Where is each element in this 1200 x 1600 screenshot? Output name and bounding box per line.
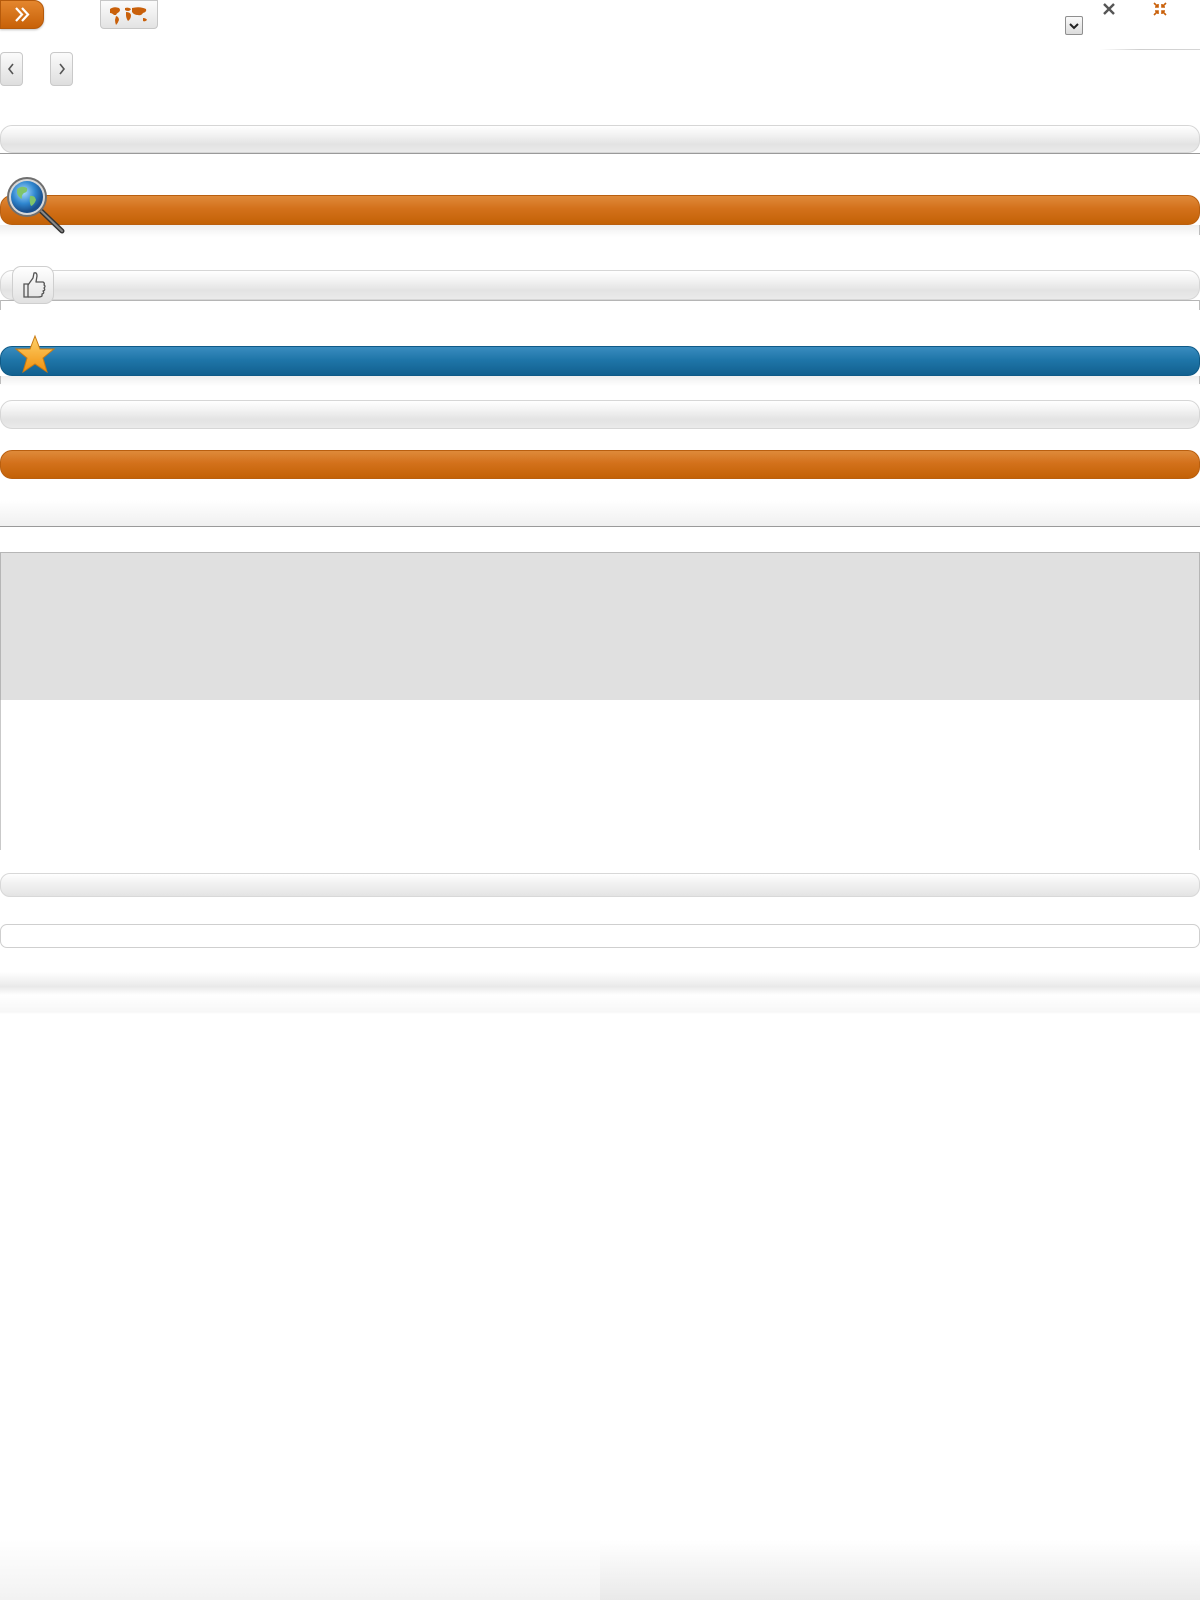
chevron-right-icon	[59, 63, 66, 75]
thumbs-up-tab[interactable]	[12, 266, 54, 304]
collapse-arrows-icon	[1153, 2, 1167, 16]
section-header-6[interactable]	[0, 450, 1200, 479]
content-panel-body	[0, 700, 1200, 850]
thumbs-up-icon	[23, 272, 46, 298]
section-shadow	[0, 376, 1200, 386]
footer-band	[0, 972, 1200, 1014]
close-button[interactable]	[1101, 1, 1117, 17]
page-bottom-left	[0, 1540, 600, 1600]
section-border	[0, 376, 1, 384]
input-bar[interactable]	[0, 924, 1200, 948]
page-bottom-right	[600, 1540, 1200, 1600]
forward-button[interactable]	[0, 0, 44, 29]
chevron-down-icon	[1069, 23, 1079, 30]
section-header-2[interactable]	[0, 195, 1200, 225]
globe-search-icon	[6, 176, 68, 234]
section-shadow	[0, 500, 1200, 526]
world-map-icon	[110, 7, 147, 25]
content-panel-header	[0, 552, 1200, 701]
close-icon	[1103, 3, 1115, 15]
section-divider	[0, 153, 1200, 154]
prev-button[interactable]	[0, 52, 23, 86]
section-divider	[0, 300, 1200, 301]
section-border	[0, 300, 1, 310]
section-header-4[interactable]	[0, 346, 1200, 376]
section-header-3[interactable]	[0, 270, 1200, 300]
divider	[1100, 49, 1200, 50]
chevron-down-dropdown[interactable]	[1065, 16, 1083, 35]
section-shadow	[0, 225, 1200, 237]
section-header-5[interactable]	[0, 400, 1200, 429]
section-header-7[interactable]	[0, 873, 1200, 897]
next-button[interactable]	[50, 52, 73, 86]
star-icon	[14, 334, 56, 376]
chevron-left-icon	[7, 63, 14, 75]
section-header-1[interactable]	[0, 125, 1200, 153]
section-divider	[0, 526, 1200, 527]
map-button[interactable]	[100, 0, 158, 29]
double-chevron-right-icon	[15, 7, 30, 22]
shrink-button[interactable]	[1152, 1, 1168, 17]
